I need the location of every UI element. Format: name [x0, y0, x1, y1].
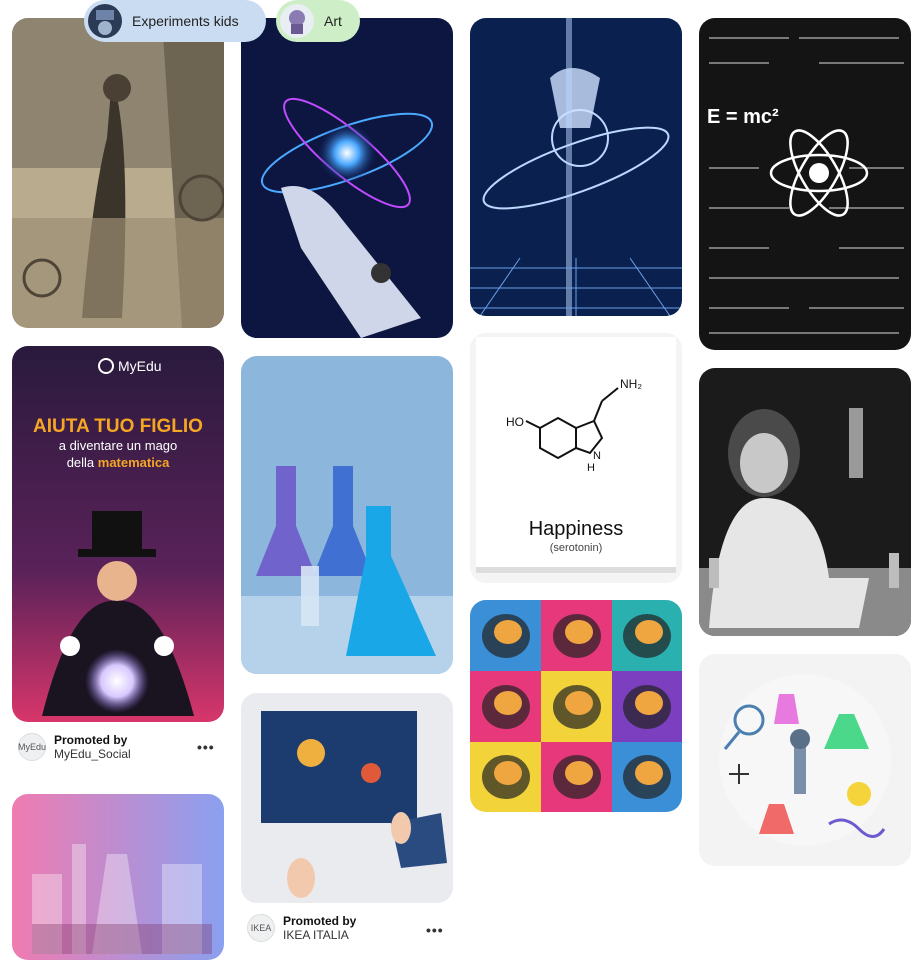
chip-label: Experiments kids: [132, 13, 239, 29]
vintage-engraving-image: [12, 18, 224, 328]
serotonin-nh2: NH₂: [620, 377, 642, 391]
pin-science-doodles[interactable]: [699, 654, 911, 866]
serotonin-h: H: [587, 462, 595, 474]
myedu-ad-image: MyEdu AIUTA TUO FIGLIO a diventare un ma…: [12, 346, 224, 722]
myedu-line2: a diventare un mago: [59, 438, 178, 453]
pin-robot-hand-atom[interactable]: [241, 18, 453, 338]
advertiser-avatar: MyEdu: [18, 733, 46, 761]
myedu-headline: AIUTA TUO FIGLIO: [33, 416, 203, 437]
equations-image: E = mc²: [699, 18, 911, 350]
chip-thumbnail: [280, 4, 314, 38]
serotonin-ho: HO: [506, 415, 524, 429]
chip-art[interactable]: Art: [276, 0, 360, 42]
pin-woman-scientist[interactable]: [699, 368, 911, 636]
digital-hand-image: [470, 18, 682, 316]
promoted-label: Promoted by: [283, 914, 357, 928]
chip-experiments-kids[interactable]: Experiments kids: [84, 0, 266, 42]
myedu-brand: MyEdu: [118, 358, 162, 374]
serotonin-image: NH₂ HO H N Happiness (serotonin): [476, 337, 676, 573]
blue-flasks-image: [241, 356, 453, 674]
pin-digital-hand[interactable]: [470, 18, 682, 316]
chip-label: Art: [324, 13, 342, 29]
advertiser-avatar: IKEA: [247, 914, 275, 942]
serotonin-subtitle: (serotonin): [550, 542, 603, 554]
pin-blue-flasks[interactable]: [241, 356, 453, 674]
pop-art-brains-image: [470, 600, 682, 812]
promotion-myedu[interactable]: MyEdu Promoted by MyEdu_Social: [18, 733, 131, 761]
equation-text: E = mc²: [707, 106, 779, 128]
puzzle-image: [241, 693, 453, 903]
advertiser-name: IKEA ITALIA: [283, 928, 349, 942]
chip-thumbnail: [88, 4, 122, 38]
pin-lab-glassware-pink[interactable]: [12, 794, 224, 960]
pin-puzzle[interactable]: [241, 693, 453, 903]
serotonin-n: N: [593, 450, 601, 462]
promoted-label: Promoted by: [54, 733, 128, 747]
serotonin-title: Happiness: [529, 518, 624, 540]
scientist-photo-image: [699, 368, 911, 636]
promotion-ikea[interactable]: IKEA Promoted by IKEA ITALIA: [247, 914, 356, 942]
pin-serotonin-poster[interactable]: NH₂ HO H N Happiness (serotonin): [470, 333, 682, 583]
science-doodles-image: [719, 674, 891, 846]
more-options-button[interactable]: •••: [197, 739, 215, 755]
robot-hand-image: [241, 18, 453, 338]
myedu-line3-highlight: matematica: [98, 455, 170, 470]
glassware-image: [12, 794, 224, 960]
pin-vintage-astronomer[interactable]: [12, 18, 224, 328]
more-options-button[interactable]: •••: [426, 922, 444, 938]
myedu-line3: della matematica: [67, 455, 170, 470]
pin-pop-art-brains[interactable]: [470, 600, 682, 812]
pin-physics-equations[interactable]: E = mc²: [699, 18, 911, 350]
myedu-line3-prefix: della: [67, 455, 98, 470]
advertiser-name: MyEdu_Social: [54, 747, 131, 761]
pin-myedu-ad[interactable]: MyEdu AIUTA TUO FIGLIO a diventare un ma…: [12, 346, 224, 722]
